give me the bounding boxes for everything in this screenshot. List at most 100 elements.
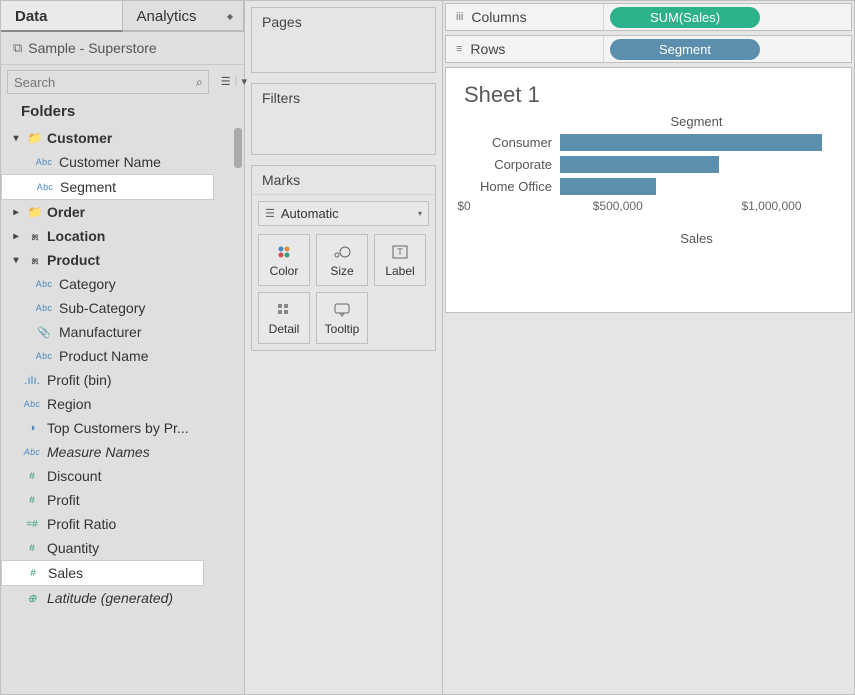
chevron-down-icon: ▾	[9, 255, 23, 266]
viz-surface: Sheet 1 Segment ConsumerCorporateHome Of…	[445, 67, 852, 313]
mark-color[interactable]: Color	[258, 234, 310, 286]
datasource-row[interactable]: ⧉ Sample - Superstore	[1, 32, 244, 65]
field-customer-name[interactable]: AbcCustomer Name	[1, 150, 244, 174]
folder-product[interactable]: ▾೫Product	[1, 248, 244, 272]
marks-label: Marks	[252, 166, 435, 195]
bar-category: Consumer	[464, 135, 556, 150]
columns-shelf[interactable]: iiiColumns SUM(Sales)	[445, 3, 852, 31]
folder-location[interactable]: ▸೫Location	[1, 224, 244, 248]
field-quantity[interactable]: #Quantity	[1, 536, 244, 560]
bar-fill[interactable]	[560, 134, 822, 151]
field-manufacturer[interactable]: 📎Manufacturer	[1, 320, 244, 344]
datasource-icon: ⧉	[13, 40, 22, 56]
field-measure-names[interactable]: AbcMeasure Names	[1, 440, 244, 464]
mark-type-select[interactable]: ☰Automatic ▾	[258, 201, 429, 226]
search-input[interactable]	[8, 72, 196, 93]
abc-icon: Abc	[21, 399, 43, 409]
folder-icon: 📁	[27, 205, 43, 219]
field-latitude[interactable]: ⊕Latitude (generated)	[1, 586, 244, 610]
pages-card[interactable]: Pages	[251, 7, 436, 73]
bar-icon: ☰	[265, 207, 275, 220]
marks-card: Marks ☰Automatic ▾ Color Size TLabel Det…	[251, 165, 436, 351]
abc-icon: Abc	[34, 182, 56, 192]
calc-icon: =#	[21, 519, 43, 530]
field-product-name[interactable]: AbcProduct Name	[1, 344, 244, 368]
chevron-down-icon: ▾	[9, 133, 23, 144]
rows-shelf[interactable]: ≡Rows Segment	[445, 35, 852, 63]
columns-icon: iii	[456, 11, 463, 23]
mark-detail[interactable]: Detail	[258, 292, 310, 344]
tooltip-icon	[334, 301, 350, 319]
number-icon: #	[21, 471, 43, 482]
folders-label: Folders	[1, 97, 244, 126]
bar-fill[interactable]	[560, 156, 719, 173]
axis-tick: $1,000,000	[741, 199, 801, 213]
bar-fill[interactable]	[560, 178, 656, 195]
number-icon: #	[21, 543, 43, 554]
sheet-title[interactable]: Sheet 1	[464, 82, 833, 108]
svg-text:T: T	[397, 247, 403, 257]
field-profit[interactable]: #Profit	[1, 488, 244, 512]
pages-label: Pages	[252, 8, 435, 36]
chevron-right-icon: ▸	[9, 207, 23, 218]
color-icon	[276, 243, 292, 261]
fields-list: ▾📁Customer AbcCustomer Name AbcSegment ▸…	[1, 126, 244, 614]
chevron-right-icon: ▸	[9, 231, 23, 242]
abc-icon: Abc	[21, 447, 43, 457]
axis-tick: $500,000	[593, 199, 643, 213]
hierarchy-icon: ೫	[27, 253, 43, 268]
rows-icon: ≡	[456, 43, 462, 55]
scrollbar[interactable]	[234, 128, 242, 168]
set-icon: ◑	[21, 422, 43, 434]
abc-icon: Abc	[33, 303, 55, 313]
viz-panel: iiiColumns SUM(Sales) ≡Rows Segment Shee…	[443, 1, 854, 694]
field-sales[interactable]: #Sales	[1, 560, 204, 586]
field-profit-ratio[interactable]: =#Profit Ratio	[1, 512, 244, 536]
field-segment[interactable]: AbcSegment	[1, 174, 214, 200]
folder-order[interactable]: ▸📁Order	[1, 200, 244, 224]
search-icon[interactable]: ⌕	[196, 75, 203, 90]
pill-segment[interactable]: Segment	[610, 39, 760, 60]
datasource-name: Sample - Superstore	[28, 40, 156, 56]
filters-card[interactable]: Filters	[251, 83, 436, 155]
filters-label: Filters	[252, 84, 435, 112]
pill-sum-sales[interactable]: SUM(Sales)	[610, 7, 760, 28]
x-axis-label: Sales	[464, 231, 833, 246]
number-icon: #	[22, 568, 44, 579]
chevron-down-icon: ▾	[418, 209, 422, 218]
chart: Segment ConsumerCorporateHome Office $0$…	[464, 114, 833, 246]
bar-row: Corporate	[464, 153, 833, 175]
dropdown-icon: ◆	[227, 12, 233, 21]
mark-size[interactable]: Size	[316, 234, 368, 286]
folder-icon: 📁	[27, 131, 43, 145]
hierarchy-icon: ೫	[27, 229, 43, 244]
folder-customer[interactable]: ▾📁Customer	[1, 126, 244, 150]
mark-tooltip[interactable]: Tooltip	[316, 292, 368, 344]
bar-row: Home Office	[464, 175, 833, 197]
label-icon: T	[392, 243, 408, 261]
field-region[interactable]: AbcRegion	[1, 392, 244, 416]
bar-row: Consumer	[464, 131, 833, 153]
globe-icon: ⊕	[21, 592, 43, 605]
tab-analytics[interactable]: Analytics◆	[123, 1, 245, 30]
shelves-panel: Pages Filters Marks ☰Automatic ▾ Color S…	[245, 1, 443, 694]
mark-label[interactable]: TLabel	[374, 234, 426, 286]
clip-icon: 📎	[33, 326, 55, 339]
abc-icon: Abc	[33, 279, 55, 289]
abc-icon: Abc	[33, 351, 55, 361]
tab-data[interactable]: Data	[1, 1, 123, 32]
field-discount[interactable]: #Discount	[1, 464, 244, 488]
field-category[interactable]: AbcCategory	[1, 272, 244, 296]
bar-category: Corporate	[464, 157, 556, 172]
size-icon	[333, 243, 351, 261]
view-list-icon[interactable]: ☰	[221, 75, 231, 88]
field-top-customers[interactable]: ◑Top Customers by Pr...	[1, 416, 244, 440]
number-icon: #	[21, 495, 43, 506]
options-icon[interactable]: ▾	[241, 75, 247, 88]
field-sub-category[interactable]: AbcSub-Category	[1, 296, 244, 320]
bin-icon: .ılı.	[21, 373, 43, 387]
axis-tick: $0	[457, 199, 470, 213]
detail-icon	[277, 301, 291, 319]
field-profit-bin[interactable]: .ılı.Profit (bin)	[1, 368, 244, 392]
data-panel: Data Analytics◆ ⧉ Sample - Superstore ⌕ …	[1, 1, 245, 694]
